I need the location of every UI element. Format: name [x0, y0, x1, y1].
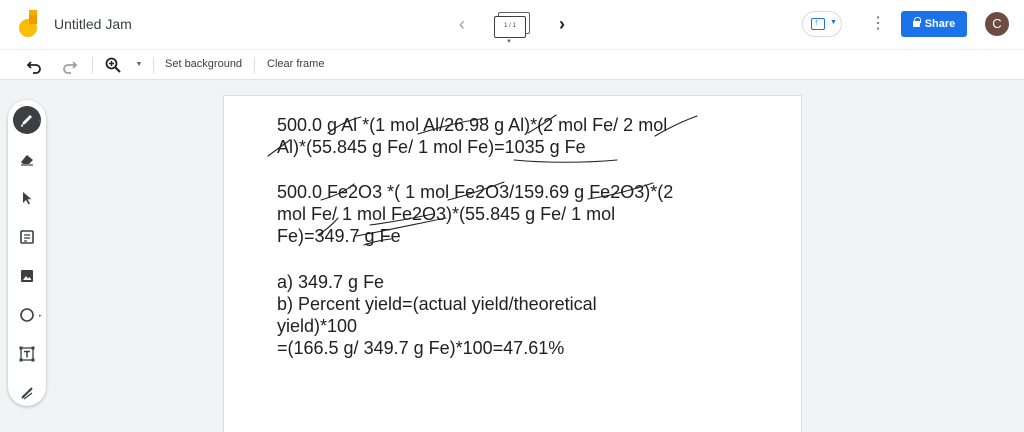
- sticky-note-icon: [20, 230, 34, 244]
- lock-icon: [912, 17, 921, 28]
- text-line: =(166.5 g/ 349.7 g Fe)*100=47.61%: [277, 338, 565, 358]
- image-icon: [21, 270, 33, 282]
- answers-block[interactable]: a) 349.7 g Fe b) Percent yield=(actual y…: [277, 271, 597, 359]
- text-line: Al)*(55.845 g Fe/ 1 mol Fe)=1035 g Fe: [277, 137, 586, 157]
- text-box-tool[interactable]: [13, 340, 41, 368]
- text-box-icon: [19, 346, 35, 362]
- zoom-dropdown-icon[interactable]: ▼: [130, 56, 148, 74]
- redo-icon[interactable]: [60, 56, 78, 74]
- text-line: 500.0 Fe2O3 *( 1 mol Fe2O3/159.69 g Fe2O…: [277, 182, 674, 202]
- pen-tool[interactable]: [13, 106, 41, 134]
- circle-tool[interactable]: [13, 301, 41, 329]
- next-frame-button[interactable]: ›: [552, 14, 572, 34]
- text-line: 500.0 g Al *(1 mol Al/26.98 g Al)*(2 mol…: [277, 115, 668, 135]
- tool-palette: ▸ ▸: [8, 100, 46, 406]
- laser-icon: [21, 387, 33, 400]
- text-line: yield)*100: [277, 316, 358, 336]
- laser-tool[interactable]: [13, 379, 41, 407]
- jamboard-logo-icon: [19, 10, 37, 37]
- zoom-in-icon[interactable]: [104, 56, 122, 74]
- eraser-tool[interactable]: [13, 145, 41, 173]
- shape-options-icon[interactable]: ▸: [39, 313, 42, 319]
- undo-icon[interactable]: [26, 56, 44, 74]
- previous-frame-button[interactable]: ‹: [452, 14, 472, 34]
- share-label: Share: [924, 18, 956, 30]
- calculation-aluminum[interactable]: 500.0 g Al *(1 mol Al/26.98 g Al)*(2 mol…: [277, 114, 667, 158]
- eraser-icon: [21, 155, 33, 166]
- frame-bar-button[interactable]: 1 / 1 ▼: [494, 12, 530, 45]
- more-options-icon[interactable]: ⋮: [870, 12, 886, 36]
- calculation-iron-oxide[interactable]: 500.0 Fe2O3 *( 1 mol Fe2O3/159.69 g Fe2O…: [277, 181, 673, 247]
- pen-icon: [20, 115, 32, 127]
- text-line: Fe)=349.7 g Fe: [277, 226, 401, 246]
- toolbar: ▼ Set background Clear frame: [0, 49, 1024, 80]
- cast-present-button[interactable]: ↑ ▼: [802, 11, 842, 37]
- document-title[interactable]: Untitled Jam: [54, 16, 132, 32]
- select-tool[interactable]: [13, 184, 41, 212]
- set-background-button[interactable]: Set background: [165, 58, 242, 70]
- clear-frame-button[interactable]: Clear frame: [267, 58, 324, 70]
- text-line: a) 349.7 g Fe: [277, 272, 385, 292]
- chevron-down-icon: ▼: [830, 19, 837, 26]
- frame-indicator: 1 / 1: [494, 16, 526, 38]
- cursor-icon: [23, 192, 32, 205]
- image-tool[interactable]: [13, 262, 41, 290]
- text-line: mol Fe/ 1 mol Fe2O3)*(55.845 g Fe/ 1 mol: [277, 204, 616, 224]
- chevron-down-icon: ▼: [506, 39, 512, 45]
- share-button[interactable]: Share: [901, 11, 967, 37]
- text-line: b) Percent yield=(actual yield/theoretic…: [277, 294, 597, 314]
- avatar[interactable]: C: [985, 12, 1009, 36]
- top-bar: Untitled Jam ‹ 1 / 1 ▼ › ↑ ▼ ⋮ Share C: [0, 0, 1024, 49]
- pen-options-icon[interactable]: ▸: [39, 118, 42, 124]
- circle-icon: [20, 308, 34, 322]
- sticky-note-tool[interactable]: [13, 223, 41, 251]
